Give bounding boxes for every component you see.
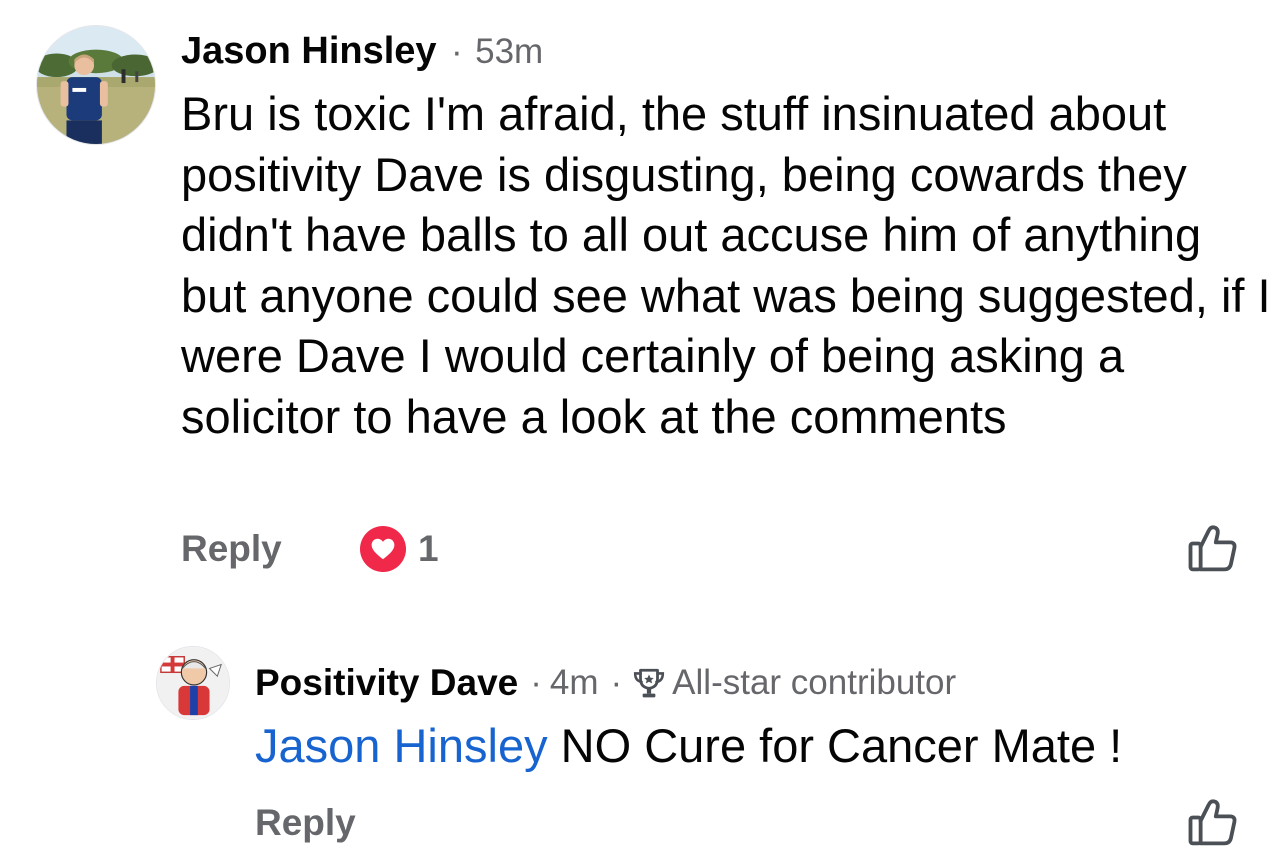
reply-text: Jason Hinsley NO Cure for Cancer Mate ! xyxy=(255,716,1122,776)
reply-actions: Reply xyxy=(255,795,1251,851)
reply-header: Positivity Dave · 4m · All-star contribu… xyxy=(255,658,956,708)
comment-actions: Reply 1 xyxy=(181,521,1251,577)
meta-separator: · xyxy=(610,663,623,702)
reaction-count: 1 xyxy=(418,528,439,569)
reply-button[interactable]: Reply xyxy=(181,521,282,577)
avatar-jason-hinsley[interactable] xyxy=(36,25,156,145)
badge-label: All-star contributor xyxy=(672,663,957,702)
thumbs-up-icon[interactable] xyxy=(1186,521,1240,575)
contributor-badge[interactable]: All-star contributor xyxy=(632,658,956,708)
author-name[interactable]: Positivity Dave xyxy=(255,658,518,708)
comment-text: Bru is toxic I'm afraid, the stuff insin… xyxy=(181,87,1271,443)
thumbs-up-icon[interactable] xyxy=(1186,795,1240,849)
meta-separator: · xyxy=(451,32,463,71)
mention-link[interactable]: Jason Hinsley xyxy=(255,719,548,772)
profile-photo xyxy=(37,26,155,144)
reply-body-text: NO Cure for Cancer Mate ! xyxy=(560,719,1123,772)
heart-icon xyxy=(360,526,406,572)
meta-separator: · xyxy=(530,663,542,702)
comment-time[interactable]: 53m xyxy=(475,32,543,71)
reaction-summary[interactable]: 1 xyxy=(360,526,439,572)
avatar-positivity-dave[interactable] xyxy=(156,646,230,720)
reply-button[interactable]: Reply xyxy=(255,795,356,851)
comment-header: Jason Hinsley · 53m xyxy=(181,26,543,84)
profile-photo xyxy=(157,647,229,719)
author-name[interactable]: Jason Hinsley xyxy=(181,30,437,72)
comment-time[interactable]: 4m xyxy=(550,658,599,708)
trophy-icon xyxy=(634,668,665,698)
